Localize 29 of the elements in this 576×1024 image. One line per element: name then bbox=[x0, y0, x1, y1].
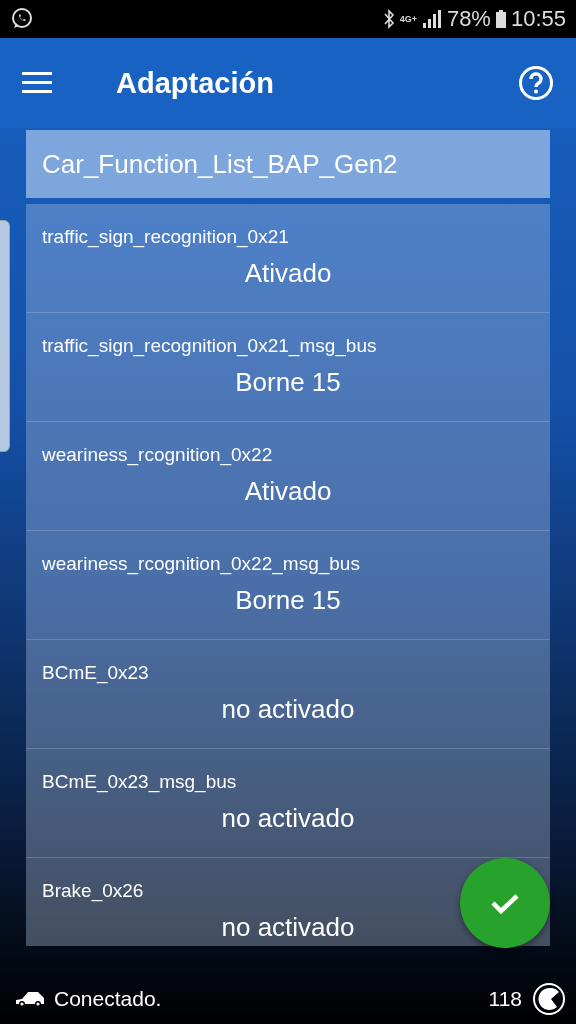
item-name: BCmE_0x23_msg_bus bbox=[42, 771, 237, 793]
item-value: Ativado bbox=[244, 476, 332, 507]
count-label: 118 bbox=[488, 987, 522, 1011]
chat-icon bbox=[10, 7, 34, 31]
network-label: 4G+ bbox=[399, 14, 417, 24]
item-value: no activado bbox=[221, 912, 355, 943]
item-value: no activado bbox=[221, 803, 355, 834]
toolbar-title: Adaptación bbox=[116, 66, 275, 100]
battery-icon bbox=[495, 10, 506, 28]
connection-status: Conectado. bbox=[54, 987, 163, 1011]
item-value: Borne 15 bbox=[235, 367, 341, 398]
item-value: Ativado bbox=[244, 258, 332, 289]
item-name: BCmE_0x23 bbox=[42, 662, 149, 684]
gauge-icon bbox=[532, 982, 566, 1016]
item-name: weariness_rcognition_0x22 bbox=[42, 444, 273, 466]
clock: 10:55 bbox=[510, 6, 566, 32]
battery-percent: 78% bbox=[446, 6, 491, 32]
item-name: weariness_rcognition_0x22_msg_bus bbox=[42, 553, 360, 575]
bluetooth-icon bbox=[382, 9, 395, 29]
item-value: Borne 15 bbox=[235, 585, 341, 616]
help-icon[interactable] bbox=[518, 65, 554, 101]
item-name: Brake_0x26 bbox=[42, 880, 144, 902]
menu-icon[interactable] bbox=[22, 72, 52, 94]
item-name: traffic_sign_recognition_0x21 bbox=[42, 226, 289, 248]
car-icon bbox=[14, 990, 46, 1008]
signal-icon bbox=[421, 9, 442, 29]
list-header: Car_Function_List_BAP_Gen2 bbox=[26, 130, 550, 198]
item-name: traffic_sign_recognition_0x21_msg_bus bbox=[42, 335, 377, 357]
item-value: no activado bbox=[221, 694, 355, 725]
